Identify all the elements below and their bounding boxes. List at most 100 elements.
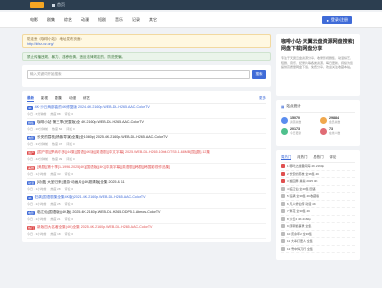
- list-item[interactable]: 国产 [国产剧][罗纳尔多][44集][国语][4K版][英语剧][中文字幕] 2…: [27, 149, 266, 164]
- hot-text[interactable]: 12 雪中悍刀行 全集: [287, 247, 313, 251]
- item-title[interactable]: 美剧 [美剧][第十季]1-1996.2025[4K][国语版][4K][中英字幕…: [27, 165, 266, 170]
- hot-text[interactable]: 8 沙丘2 4K.2160p: [287, 217, 311, 221]
- item-text[interactable]: 长安的荔枝(杨紫导演)全集(全1080p) 2025.4K.2160p.WEB-…: [37, 135, 168, 140]
- item-title[interactable]: 电影 临江仙(国语版)(4K版) 2025.4K.2160p.WEB-DL.H26…: [27, 210, 266, 215]
- search-input[interactable]: 输入关键词开始搜索: [27, 70, 250, 79]
- tab-item[interactable]: 最新: [27, 96, 34, 102]
- meta-field: 评论 0: [66, 127, 75, 131]
- list-item[interactable]: 4K 狂飙(国语剧集全集4K版)2021.4K.2160p.WEB-DL.H265…: [27, 194, 266, 209]
- list-item[interactable]: 电影 长安的荔枝(杨紫导演)全集(全1080p) 2025.4K.2160p.WE…: [27, 134, 266, 149]
- item-text[interactable]: 4K·沙丘两部曲的4K修复版 2024.4K.2160p.WEB-DL.H265…: [35, 105, 150, 110]
- rank-badge: [281, 209, 285, 214]
- hot-tabs: 周热门 月热门 总热门 评论: [281, 154, 355, 163]
- sidebar: 咖啡小站·天翼云盘资源网盘搜索|网盘下载|网盘分享 专注于天翼云盘资源分享，收录…: [276, 34, 360, 260]
- hot-row[interactable]: 9 唐朝诡事录 全集: [281, 223, 355, 231]
- hot-row[interactable]: 11 大奉打更人 全集: [281, 238, 355, 246]
- item-title[interactable]: 热门 新版四大名著全集(4K)全集 2025.4K.2160p.WEB-DL.H2…: [27, 225, 266, 230]
- notice-link[interactable]: http://kfxz-xz.org/: [27, 42, 266, 47]
- hot-text[interactable]: 3 酱园弄·悬案 2025 4K: [287, 179, 318, 183]
- top-bar: 首页: [0, 0, 382, 10]
- hot-tab[interactable]: 月热门: [297, 154, 307, 160]
- stat-label: 资源总数: [290, 120, 302, 124]
- nav-item[interactable]: 电影: [30, 17, 38, 23]
- nav-item[interactable]: 音乐: [115, 17, 123, 23]
- nav-item[interactable]: 剧集: [47, 17, 55, 23]
- stat-label: 在线人数: [329, 131, 341, 135]
- hot-row[interactable]: 6 凡人修仙传 动漫 4K: [281, 201, 355, 208]
- list-item[interactable]: 电影 临江仙(国语版)(4K版) 2025.4K.2160p.WEB-DL.H26…: [27, 209, 266, 224]
- item-text[interactable]: 临江仙(国语版)(4K版) 2025.4K.2160p.WEB-DL.H265.…: [37, 210, 160, 215]
- item-title[interactable]: 4K 狂飙(国语剧集全集4K版)2021.4K.2160p.WEB-DL.H265…: [27, 195, 266, 200]
- more-link[interactable]: 更多: [259, 96, 266, 101]
- item-text[interactable]: 新版四大名著全集(4K)全集 2025.4K.2160p.WEB-DL.H265…: [37, 225, 152, 230]
- nav-item[interactable]: 记录: [132, 17, 140, 23]
- login-button[interactable]: ● 登录/注册: [322, 16, 352, 24]
- meta-field: 评论 0: [64, 232, 74, 236]
- hot-text[interactable]: 11 大奉打更人 全集: [287, 239, 313, 243]
- hot-tab[interactable]: 总热门: [313, 154, 323, 160]
- item-title[interactable]: 电影 长安的荔枝(杨紫导演)全集(全1080p) 2025.4K.2160p.WE…: [27, 135, 266, 140]
- main-column: 防走丢《咖啡小站》 地址发布页面： http://kfxz-xz.org/ 禁止…: [22, 34, 271, 242]
- item-text[interactable]: [美剧][第十季]1-1996.2025[4K][国语版][4K][中英字幕][…: [37, 165, 170, 170]
- list-item[interactable]: 剧集 咖啡小站·第三季(完整版)全 4K.2160p.WEB-DL.H265.AA…: [27, 119, 266, 134]
- nav-item[interactable]: 短剧: [98, 17, 106, 23]
- list-item[interactable]: 美剧 [美剧][第十季]1-1996.2025[4K][国语版][4K][中英字幕…: [27, 164, 266, 179]
- stat-label: 今日更新: [290, 131, 302, 135]
- hot-text[interactable]: 4 临江仙 全40集 国语: [287, 187, 316, 191]
- meta-field: 热度 21: [50, 217, 61, 221]
- stat-label: 会员总数: [329, 120, 341, 124]
- meta-field: 热度 52: [52, 127, 63, 131]
- hot-row[interactable]: 2 长安的荔枝 全36集 4K: [281, 171, 355, 178]
- main-nav: 电影 剧集 综艺 动漫 短剧 音乐 记录 其它 ● 登录/注册: [0, 12, 382, 28]
- hot-text[interactable]: 1 哪吒之魔童闹海 4K.2160p: [287, 164, 324, 168]
- tab-item[interactable]: 综艺: [83, 96, 90, 101]
- notice-banner: 防走丢《咖啡小站》 地址发布页面： http://kfxz-xz.org/: [22, 34, 271, 48]
- item-text[interactable]: 咖啡小站·第三季(完整版)全 4K.2160p.WEB-DL.H265.AAC-…: [37, 120, 144, 125]
- site-logo[interactable]: [30, 2, 44, 8]
- hot-text[interactable]: 10 庆余年2 全36集: [287, 232, 312, 236]
- hot-text[interactable]: 9 唐朝诡事录 全集: [287, 224, 311, 228]
- hot-row[interactable]: 5 狂飙 全39集 4K收藏版: [281, 193, 355, 201]
- hot-text[interactable]: 2 长安的荔枝 全36集 4K: [287, 172, 319, 176]
- item-text[interactable]: 狂飙(国语剧集全集4K版)2021.4K.2160p.WEB-DL.H265.A…: [35, 195, 146, 200]
- item-title[interactable]: 动漫 [动漫] 大圣归来(漫游·动画片)[4K超清版]全集 2025 & 11: [27, 180, 266, 185]
- hot-row[interactable]: 4 临江仙 全40集 国语: [281, 186, 355, 193]
- nav-item[interactable]: 综艺: [64, 17, 72, 23]
- item-title[interactable]: 国产 [国产剧][罗纳尔多][44集][国语][4K版][英语剧][中文字幕] 2…: [27, 150, 266, 155]
- rank-badge: [281, 186, 285, 191]
- hot-row[interactable]: 12 雪中悍刀行 全集: [281, 246, 355, 253]
- home-link[interactable]: 首页: [52, 2, 65, 8]
- hot-text[interactable]: 6 凡人修仙传 动漫 4K: [287, 202, 316, 206]
- nav-item[interactable]: 其它: [149, 17, 157, 23]
- item-text[interactable]: [国产剧][罗纳尔多][44集][国语][4K版][英语剧][中文字幕] 202…: [37, 150, 210, 155]
- meta-field: 今日 · 20分钟前: [27, 127, 49, 131]
- meta-field: 热度 33: [50, 172, 61, 176]
- item-text[interactable]: [动漫] 大圣归来(漫游·动画片)[4K超清版]全集 2025 & 11: [37, 180, 125, 185]
- hot-tab[interactable]: 评论: [330, 154, 337, 160]
- hot-row[interactable]: 7 繁花 全30集 4K: [281, 208, 355, 216]
- list-item[interactable]: 动漫 [动漫] 大圣归来(漫游·动画片)[4K超清版]全集 2025 & 11 今日…: [27, 179, 266, 194]
- hot-row[interactable]: 8 沙丘2 4K.2160p: [281, 216, 355, 223]
- search-button[interactable]: 搜索: [252, 70, 266, 79]
- stat-cell: 15070 资源总数: [281, 116, 316, 124]
- item-meta: 今日 · 42分钟前 热度 39 评论 0: [27, 157, 266, 161]
- hot-text[interactable]: 7 繁花 全30集 4K: [287, 209, 310, 213]
- item-title[interactable]: 4K 4K·沙丘两部曲的4K修复版 2024.4K.2160p.WEB-DL.H2…: [27, 105, 266, 110]
- hot-card: 周热门 月热门 总热门 评论 1 哪吒之魔童闹海 4K.2160p 2 长安的荔枝 全3…: [276, 150, 360, 260]
- hot-text[interactable]: 5 狂飙 全39集 4K收藏版: [287, 194, 319, 198]
- hot-row[interactable]: 3 酱园弄·悬案 2025 4K: [281, 178, 355, 186]
- list-tabs: 最新 影视 剧集 动漫 综艺 更多: [27, 94, 266, 104]
- hot-tab[interactable]: 周热门: [281, 154, 292, 160]
- tab-item[interactable]: 动漫: [69, 96, 76, 101]
- tab-item[interactable]: 影视: [41, 96, 48, 101]
- tab-item[interactable]: 剧集: [55, 96, 62, 101]
- meta-field: 热度 28: [50, 187, 61, 191]
- hot-row[interactable]: 10 庆余年2 全36集: [281, 231, 355, 238]
- item-title[interactable]: 剧集 咖啡小站·第三季(完整版)全 4K.2160p.WEB-DL.H265.AA…: [27, 120, 266, 125]
- list-item[interactable]: 4K 4K·沙丘两部曲的4K修复版 2024.4K.2160p.WEB-DL.H2…: [27, 104, 266, 119]
- nav-item[interactable]: 动漫: [81, 17, 89, 23]
- rank-badge: [281, 194, 285, 199]
- item-tag: 4K: [27, 105, 33, 110]
- hot-row[interactable]: 1 哪吒之魔童闹海 4K.2160p: [281, 163, 355, 171]
- list-item[interactable]: 热门 新版四大名著全集(4K)全集 2025.4K.2160p.WEB-DL.H2…: [27, 224, 266, 239]
